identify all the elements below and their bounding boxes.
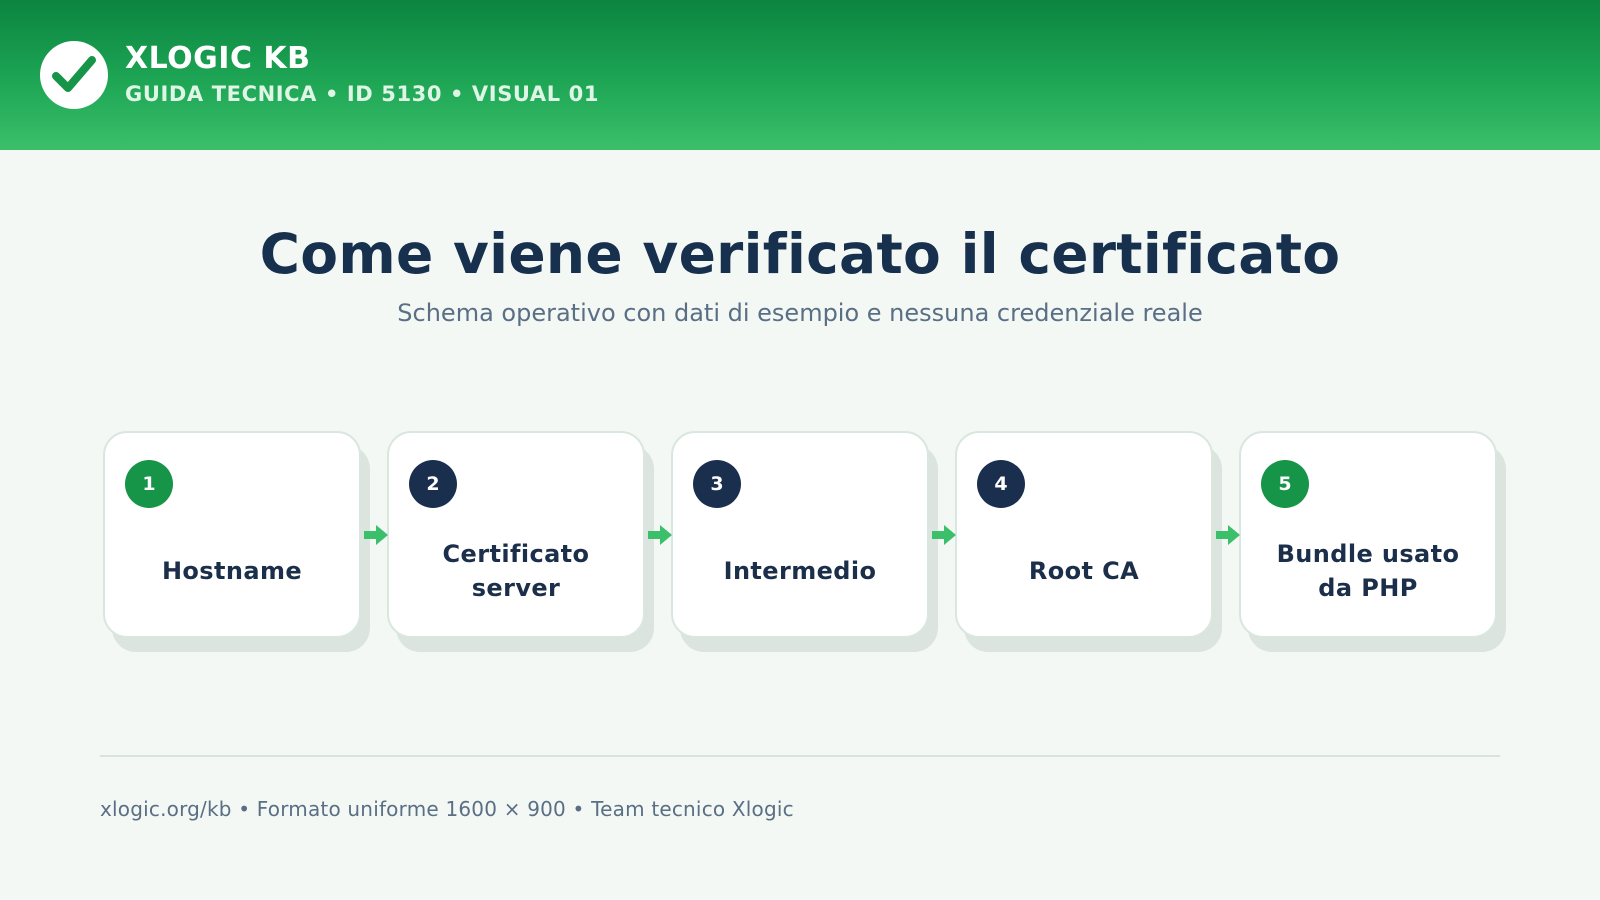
step-label: Certificato server <box>442 540 590 602</box>
arrow-right-icon <box>1216 525 1240 545</box>
step-number-badge: 4 <box>977 460 1025 508</box>
footer-text: xlogic.org/kb • Formato uniforme 1600 × … <box>100 797 794 821</box>
page-title: Come viene verificato il certificato <box>259 222 1341 286</box>
arrow-right-icon <box>932 525 956 545</box>
step-label: Root CA <box>1028 557 1140 585</box>
step-card-certificato-server: 2 Certificato server <box>387 431 645 638</box>
step-number-badge: 3 <box>693 460 741 508</box>
step-card-hostname: 1 Hostname <box>103 431 361 638</box>
brand-subtitle: GUIDA TECNICA • ID 5130 • VISUAL 01 <box>125 82 600 106</box>
step-card-intermedio: 3 Intermedio <box>671 431 929 638</box>
brand-title: XLOGIC KB <box>125 41 311 76</box>
footer-divider <box>100 755 1500 757</box>
arrow-right-icon <box>364 525 388 545</box>
step-label: Bundle usato da PHP <box>1276 540 1460 602</box>
header-banner: XLOGIC KB GUIDA TECNICA • ID 5130 • VISU… <box>0 0 1600 150</box>
step-number-badge: 1 <box>125 460 173 508</box>
page-subtitle: Schema operativo con dati di esempio e n… <box>397 299 1203 327</box>
step-card-bundle-php: 5 Bundle usato da PHP <box>1239 431 1497 638</box>
arrow-right-icon <box>648 525 672 545</box>
check-icon <box>40 41 108 109</box>
step-label: Hostname <box>161 557 303 585</box>
step-number-badge: 5 <box>1261 460 1309 508</box>
step-label: Intermedio <box>723 557 877 585</box>
step-number-badge: 2 <box>409 460 457 508</box>
step-card-root-ca: 4 Root CA <box>955 431 1213 638</box>
